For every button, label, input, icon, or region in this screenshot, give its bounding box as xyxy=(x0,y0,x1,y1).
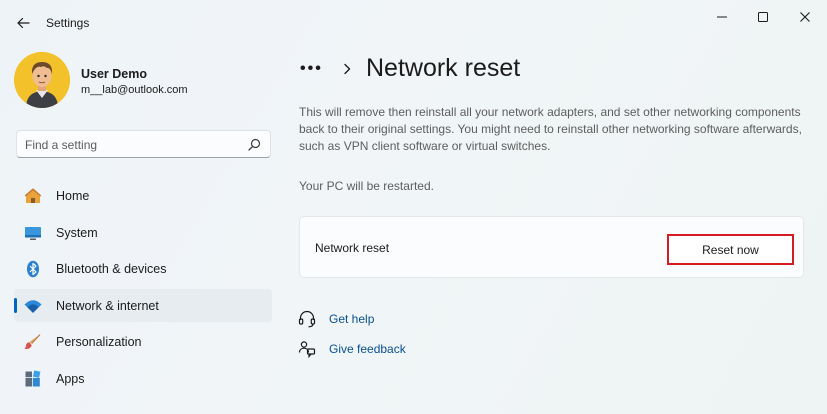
description-text: This will remove then reinstall all your… xyxy=(299,105,802,153)
maximize-button[interactable] xyxy=(746,6,780,28)
restart-note: Your PC will be restarted. xyxy=(299,179,434,193)
breadcrumb-more-button[interactable]: ••• xyxy=(300,60,323,78)
chevron-right-icon xyxy=(344,63,351,75)
sidebar-item-home[interactable]: Home xyxy=(14,179,272,212)
brush-icon xyxy=(24,334,41,349)
sidebar-item-label: Network & internet xyxy=(56,298,159,313)
sidebar-item-label: Personalization xyxy=(56,335,142,349)
sidebar-item-bluetooth[interactable]: Bluetooth & devices xyxy=(14,252,272,285)
user-name: User Demo xyxy=(81,67,147,81)
sidebar-item-apps[interactable]: Apps xyxy=(14,362,272,395)
user-profile[interactable]: User Demo m__lab@outlook.com xyxy=(14,52,274,112)
reset-now-button[interactable]: Reset now xyxy=(667,234,794,265)
link-label: Get help xyxy=(329,312,375,326)
sidebar-item-label: Apps xyxy=(56,371,85,386)
search-input[interactable] xyxy=(25,136,235,153)
wifi-icon xyxy=(24,299,42,313)
get-help-link[interactable]: Get help xyxy=(298,309,374,329)
title-bar: Settings xyxy=(0,0,827,44)
sidebar-item-network[interactable]: Network & internet xyxy=(14,288,272,322)
network-reset-card: Network reset Reset now xyxy=(299,216,804,278)
user-email: m__lab@outlook.com xyxy=(81,84,188,96)
bluetooth-icon xyxy=(27,260,39,278)
minimize-icon xyxy=(717,16,727,18)
arrow-left-icon xyxy=(17,17,30,29)
maximize-icon xyxy=(758,12,768,22)
settings-window: Settings User Demo m__lab@outlook.com Fi… xyxy=(0,0,827,414)
app-title: Settings xyxy=(46,16,90,30)
close-icon xyxy=(800,12,810,22)
system-icon xyxy=(25,226,41,240)
search-icon[interactable] xyxy=(248,138,261,151)
close-button[interactable] xyxy=(788,6,822,28)
sidebar-item-label: Home xyxy=(56,189,90,203)
page-title: Network reset xyxy=(366,54,521,82)
sidebar-item-label: System xyxy=(56,225,98,240)
feedback-icon xyxy=(298,341,316,358)
minimize-button[interactable] xyxy=(705,6,739,28)
back-button[interactable] xyxy=(10,10,36,36)
apps-icon xyxy=(25,369,41,386)
link-label: Give feedback xyxy=(329,342,406,356)
sidebar-item-personalization[interactable]: Personalization xyxy=(14,325,272,358)
user-avatar-icon xyxy=(14,52,70,108)
sidebar-nav: Home System Bluetooth & devices Network … xyxy=(14,179,272,398)
help-icon xyxy=(298,310,316,328)
give-feedback-link[interactable]: Give feedback xyxy=(298,339,406,359)
avatar xyxy=(14,52,70,108)
card-label: Network reset xyxy=(315,241,390,255)
search-box xyxy=(16,130,271,158)
home-icon xyxy=(24,188,42,203)
sidebar-item-system[interactable]: System xyxy=(14,216,272,249)
sidebar-item-label: Bluetooth & devices xyxy=(56,262,167,276)
